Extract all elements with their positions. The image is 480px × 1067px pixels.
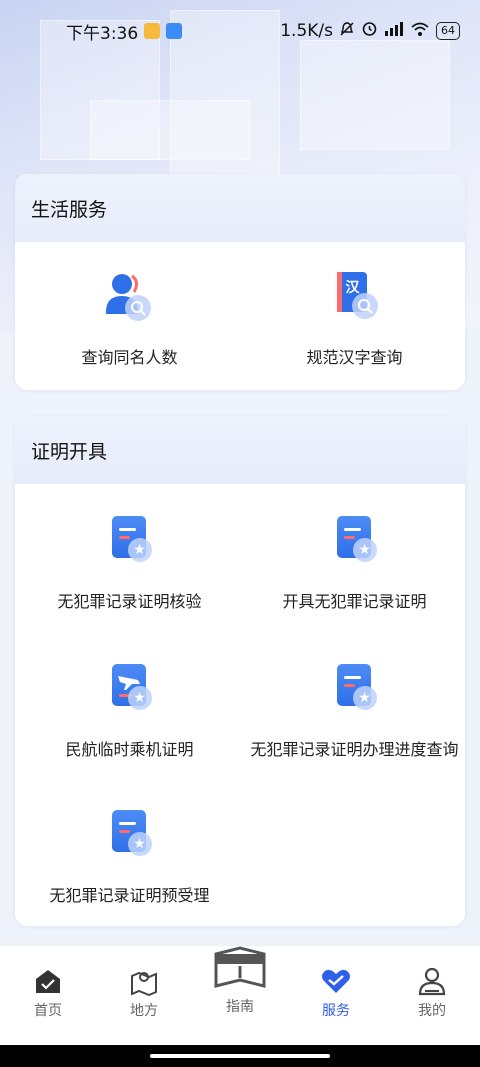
- battery-icon: 64: [436, 22, 460, 40]
- life-services-card: 生活服务 查询同名人数 汉 规范汉字查询: [15, 174, 465, 390]
- service-heart-icon: [322, 969, 350, 993]
- tab-mine[interactable]: 我的: [384, 966, 480, 1020]
- service-label: 开具无犯罪记录证明: [282, 592, 427, 611]
- service-no-crime-verify[interactable]: ★ 无犯罪记录证明核验: [17, 514, 242, 612]
- tab-local[interactable]: 地方: [96, 966, 192, 1020]
- tab-label: 首页: [34, 1003, 62, 1019]
- tab-label: 地方: [130, 1003, 158, 1019]
- mute-icon: [339, 21, 355, 42]
- service-label: 无犯罪记录证明核验: [57, 592, 202, 611]
- home-indicator-bar[interactable]: [150, 1054, 330, 1058]
- document-star-icon: ★: [102, 808, 158, 868]
- alarm-icon: [361, 20, 378, 42]
- status-bar: 下午3:36 1.5K/s 64: [0, 0, 480, 62]
- dictionary-search-icon: 汉: [327, 270, 383, 330]
- notification-icon: [144, 23, 161, 39]
- service-chinese-character-query[interactable]: 汉 规范汉字查询: [242, 270, 465, 368]
- home-indicator: [0, 1045, 480, 1067]
- section-title: 证明开具: [15, 416, 465, 484]
- service-same-name-query[interactable]: 查询同名人数: [17, 270, 242, 368]
- profile-icon: [418, 967, 446, 996]
- service-label: 民航临时乘机证明: [65, 740, 194, 759]
- app-notification-icon: [166, 23, 183, 39]
- service-label: 规范汉字查询: [306, 348, 403, 367]
- wifi-icon: [410, 21, 430, 42]
- network-speed: 1.5K/s: [280, 21, 333, 41]
- service-temporary-boarding[interactable]: ★ 民航临时乘机证明: [17, 662, 242, 760]
- service-issue-no-crime[interactable]: ★ 开具无犯罪记录证明: [242, 514, 465, 612]
- tab-services[interactable]: 服务: [288, 966, 384, 1020]
- home-icon: [36, 970, 60, 993]
- tab-label: 服务: [322, 1003, 350, 1019]
- tab-home[interactable]: 首页: [0, 966, 96, 1020]
- service-pre-acceptance[interactable]: ★ 无犯罪记录证明预受理: [17, 808, 242, 906]
- service-label: 无犯罪记录证明预受理: [49, 886, 210, 905]
- tab-label: 指南: [226, 999, 254, 1015]
- document-star-icon: ★: [102, 514, 158, 574]
- section-title: 生活服务: [15, 174, 465, 242]
- signal-icon: [384, 21, 404, 42]
- document-star-icon: ★: [327, 514, 383, 574]
- status-time: 下午3:36: [66, 23, 139, 44]
- guide-book-icon: [214, 946, 266, 988]
- plane-document-icon: ★: [102, 662, 158, 722]
- user-search-icon: [102, 270, 158, 330]
- tab-guide[interactable]: 指南: [192, 946, 288, 1016]
- map-icon: [131, 971, 157, 996]
- service-progress-query[interactable]: ★ 无犯罪记录证明办理进度查询: [242, 662, 465, 760]
- dictionary-glyph: 汉: [345, 280, 360, 296]
- service-label: 查询同名人数: [81, 348, 178, 367]
- bottom-tab-bar: 首页 地方 指南 服务 我的: [0, 945, 480, 1045]
- service-label: 无犯罪记录证明办理进度查询: [250, 740, 459, 759]
- certificate-card: 证明开具 ★ 无犯罪记录证明核验 ★ 开具无犯罪记录证明 ★ 民航临时乘机证明: [15, 416, 465, 926]
- document-star-icon: ★: [327, 662, 383, 722]
- tab-label: 我的: [418, 1003, 446, 1019]
